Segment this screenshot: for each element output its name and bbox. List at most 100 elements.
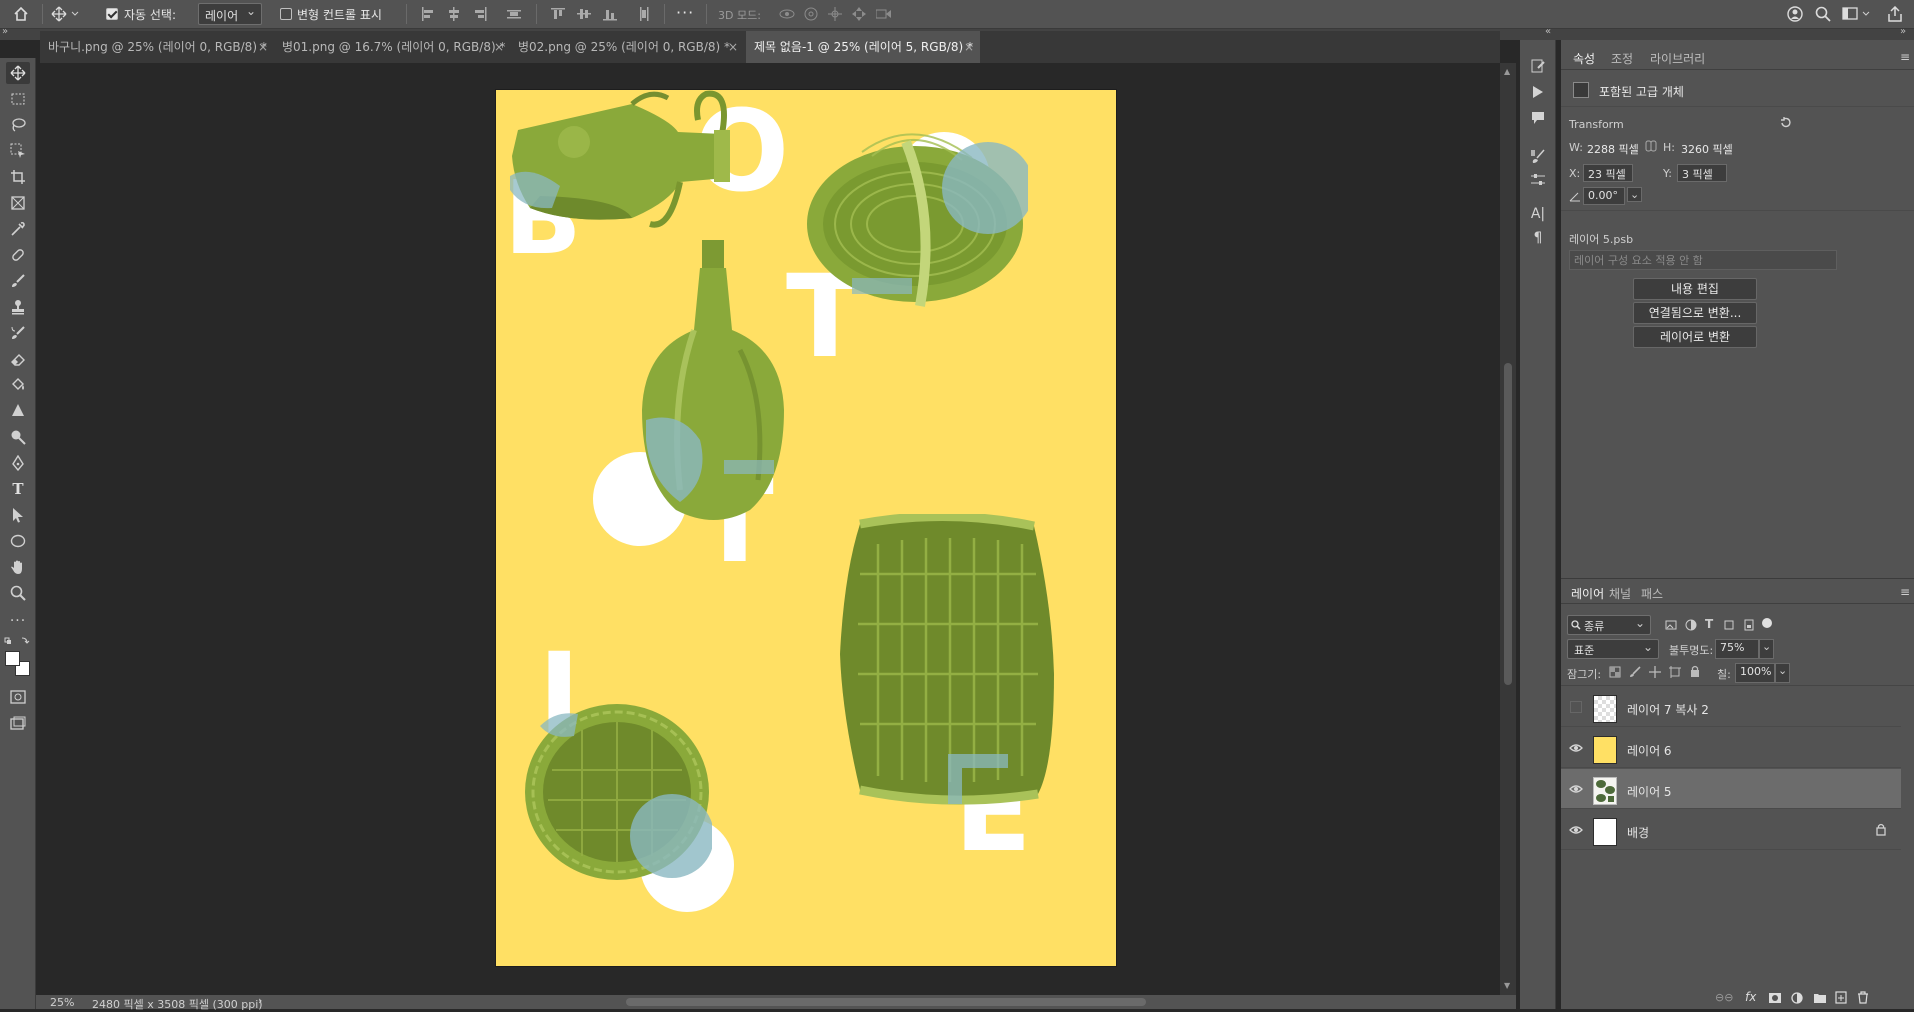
- horizontal-scrollbar-thumb[interactable]: [626, 998, 1146, 1006]
- fill-field[interactable]: 100%: [1735, 663, 1775, 683]
- tab-properties[interactable]: 속성: [1573, 50, 1595, 67]
- scroll-down-icon[interactable]: ▼: [1504, 981, 1510, 990]
- actions-play-icon[interactable]: [1528, 82, 1548, 102]
- tab-untitled-1[interactable]: 제목 없음-1 @ 25% (레이어 5, RGB/8) * ×: [746, 31, 980, 63]
- layer-row-background[interactable]: 배경: [1561, 810, 1901, 850]
- layers-menu-icon[interactable]: ≡: [1900, 585, 1910, 599]
- 3d-camera-icon[interactable]: [874, 5, 894, 23]
- delete-layer-trash-icon[interactable]: [1857, 991, 1869, 1004]
- screen-mode-icon[interactable]: [6, 712, 30, 734]
- close-tab-icon[interactable]: ×: [964, 31, 974, 63]
- zoom-tool-icon[interactable]: [6, 582, 30, 604]
- filter-type-icon[interactable]: T: [1705, 617, 1713, 631]
- align-middle-icon[interactable]: [574, 5, 594, 23]
- opacity-dropdown-icon[interactable]: ⌄: [1759, 639, 1775, 659]
- move-tool-icon[interactable]: [6, 62, 30, 84]
- height-value[interactable]: 3260 픽셀: [1681, 141, 1733, 157]
- marquee-tool-icon[interactable]: [6, 88, 30, 110]
- layer-name[interactable]: 레이어 7 복사 2: [1627, 701, 1709, 718]
- scrollbar-thumb[interactable]: [1504, 363, 1512, 685]
- lock-all-icon[interactable]: [1689, 665, 1701, 678]
- paragraph-panel-icon[interactable]: ¶: [1528, 228, 1548, 248]
- lock-position-icon[interactable]: [1649, 666, 1661, 678]
- filter-toggle-icon[interactable]: [1762, 618, 1772, 628]
- lock-artboard-icon[interactable]: [1669, 666, 1681, 678]
- layer-row-layer6[interactable]: 레이어 6: [1561, 728, 1901, 768]
- reset-transform-icon[interactable]: [1779, 116, 1793, 130]
- add-mask-icon[interactable]: [1769, 992, 1781, 1004]
- edit-toolbar-icon[interactable]: ···: [6, 610, 30, 632]
- visibility-eye-icon[interactable]: [1569, 741, 1583, 755]
- vertical-scrollbar[interactable]: ▲ ▼: [1500, 63, 1516, 995]
- convert-to-layers-button[interactable]: 레이어로 변환: [1633, 326, 1757, 348]
- home-icon[interactable]: [10, 4, 32, 24]
- type-tool-icon[interactable]: T: [6, 478, 30, 500]
- layer-name[interactable]: 레이어 5: [1627, 783, 1672, 800]
- visibility-eye-icon[interactable]: [1569, 782, 1583, 796]
- brush-settings-icon[interactable]: [1528, 170, 1548, 190]
- transform-controls-checkbox[interactable]: [280, 8, 292, 20]
- tab-adjustments[interactable]: 조정: [1611, 50, 1633, 67]
- share-user-icon[interactable]: [1784, 4, 1806, 24]
- auto-select-checkbox[interactable]: [106, 8, 118, 20]
- clone-stamp-tool-icon[interactable]: [6, 296, 30, 318]
- align-top-icon[interactable]: [548, 5, 568, 23]
- opacity-field[interactable]: 75%: [1715, 639, 1759, 659]
- link-layers-icon[interactable]: ⊖⊖: [1715, 991, 1733, 1004]
- width-value[interactable]: 2288 픽셀: [1587, 141, 1639, 157]
- tab-layers[interactable]: 레이어: [1571, 585, 1604, 602]
- new-layer-icon[interactable]: [1835, 991, 1847, 1004]
- color-swap-controls[interactable]: [4, 636, 32, 648]
- filter-pixel-icon[interactable]: [1665, 619, 1677, 631]
- paint-bucket-tool-icon[interactable]: [6, 374, 30, 396]
- filter-adjustment-icon[interactable]: [1685, 619, 1697, 631]
- collapse-iconstrip-icon[interactable]: «: [1545, 26, 1551, 37]
- canvas-area[interactable]: B O T O T L E O: [36, 63, 1500, 995]
- lasso-tool-icon[interactable]: [6, 114, 30, 136]
- blend-mode-dropdown[interactable]: 표준: [1567, 639, 1659, 659]
- crop-tool-icon[interactable]: [6, 166, 30, 188]
- close-tab-icon[interactable]: ×: [494, 31, 504, 63]
- distribute-vertical-icon[interactable]: [634, 5, 654, 23]
- frame-tool-icon[interactable]: [6, 192, 30, 214]
- 3d-roll-icon[interactable]: [802, 5, 820, 23]
- 3d-orbit-icon[interactable]: [778, 5, 796, 23]
- status-menu-arrow[interactable]: ›: [258, 994, 262, 1007]
- panel-menu-icon[interactable]: ≡: [1900, 50, 1910, 64]
- align-center-icon[interactable]: [444, 5, 464, 23]
- scroll-up-icon[interactable]: ▲: [1504, 67, 1510, 76]
- y-position-field[interactable]: 3 픽셀: [1677, 164, 1727, 182]
- visibility-eye-icon[interactable]: [1569, 823, 1583, 837]
- auto-select-dropdown[interactable]: 레이어: [198, 3, 262, 25]
- filter-shape-icon[interactable]: [1723, 619, 1735, 631]
- layer-name[interactable]: 배경: [1627, 824, 1649, 841]
- tab-bottle02[interactable]: 병02.png @ 25% (레이어 0, RGB/8) * ×: [510, 31, 744, 63]
- angle-field[interactable]: 0.00°: [1583, 187, 1625, 205]
- pen-tool-icon[interactable]: [6, 452, 30, 474]
- layer-style-fx-icon[interactable]: fx: [1745, 990, 1756, 1004]
- quick-mask-icon[interactable]: [6, 686, 30, 708]
- close-tab-icon[interactable]: ×: [258, 31, 268, 63]
- lock-pixels-icon[interactable]: [1629, 666, 1641, 678]
- hand-tool-icon[interactable]: [6, 556, 30, 578]
- collapse-panels-icon[interactable]: »: [1900, 26, 1906, 37]
- search-icon[interactable]: [1812, 4, 1834, 24]
- layer-lock-icon[interactable]: [1875, 823, 1887, 836]
- close-tab-icon[interactable]: ×: [728, 31, 738, 63]
- expand-toolbar-icon[interactable]: »: [2, 26, 8, 37]
- healing-brush-tool-icon[interactable]: [6, 244, 30, 266]
- blur-tool-icon[interactable]: [6, 400, 30, 422]
- tab-basket[interactable]: 바구니.png @ 25% (레이어 0, RGB/8) * ×: [40, 31, 274, 63]
- align-bottom-icon[interactable]: [600, 5, 620, 23]
- eraser-tool-icon[interactable]: [6, 348, 30, 370]
- brushes-panel-icon[interactable]: [1528, 146, 1548, 166]
- brush-tool-icon[interactable]: [6, 270, 30, 292]
- workspace-switcher-icon[interactable]: [1840, 4, 1874, 24]
- distribute-icon[interactable]: [504, 5, 524, 23]
- history-panel-icon[interactable]: [1528, 56, 1548, 76]
- more-options-icon[interactable]: ···: [676, 3, 694, 22]
- 3d-pan-icon[interactable]: [826, 5, 844, 23]
- object-selection-tool-icon[interactable]: [6, 140, 30, 162]
- visibility-off-box[interactable]: [1570, 701, 1582, 713]
- tab-libraries[interactable]: 라이브러리: [1650, 50, 1705, 67]
